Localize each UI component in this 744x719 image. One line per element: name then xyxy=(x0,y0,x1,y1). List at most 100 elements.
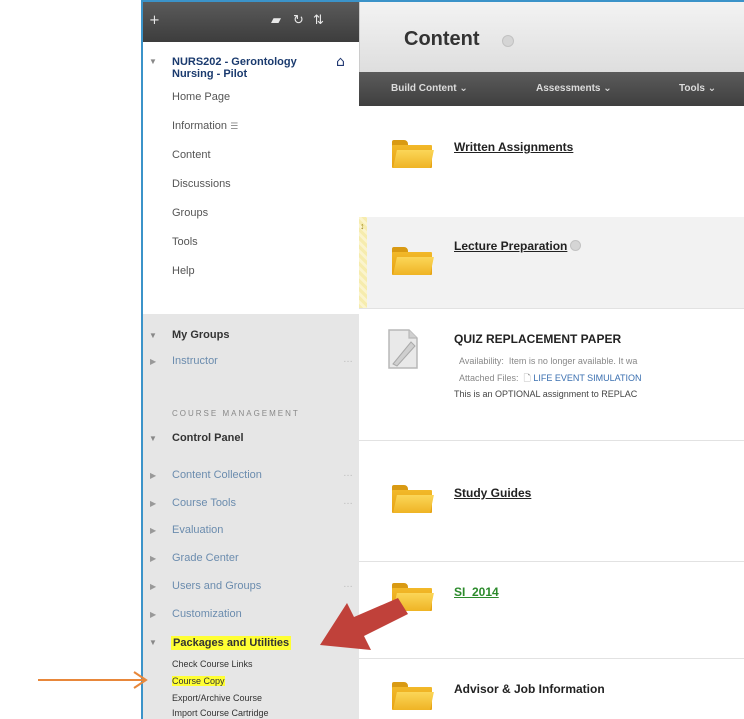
cp-item-users-and-groups[interactable]: Users and Groups xyxy=(172,580,261,592)
content-item: Written Assignments xyxy=(359,106,744,218)
assignment-document-icon xyxy=(388,329,418,369)
action-bar: Build Content ⌄ Assessments ⌄ Tools ⌄ xyxy=(359,72,744,106)
menu-label: Build Content xyxy=(391,83,457,94)
cp-item-customization[interactable]: Customization xyxy=(172,608,242,620)
file-icon: 🗋 xyxy=(523,373,531,383)
nav-item-label: Discussions xyxy=(172,178,231,190)
course-header: ▼ NURS202 - Gerontology Nursing - Pilot … xyxy=(143,42,359,303)
item-title-advisor-job-information[interactable]: Advisor & Job Information xyxy=(454,682,605,696)
assessments-menu[interactable]: Assessments ⌄ xyxy=(536,83,612,94)
pkg-item-course-copy[interactable]: Course Copy xyxy=(172,676,225,686)
expand-caret-icon[interactable]: ▶ xyxy=(150,471,156,480)
more-options-icon[interactable]: … xyxy=(343,354,353,365)
control-panel-heading[interactable]: Control Panel xyxy=(172,432,244,444)
course-menu-toolbar: + ▰ ↻ ⇅ xyxy=(143,2,359,42)
collapse-caret-icon[interactable]: ▼ xyxy=(149,638,157,647)
pkg-item-export-archive-course[interactable]: Export/Archive Course xyxy=(172,693,262,703)
nav-item-home-page[interactable]: Home Page xyxy=(143,90,359,119)
nav-item-label: Help xyxy=(172,265,195,277)
expand-caret-icon[interactable]: ▶ xyxy=(150,357,156,366)
nav-item-help[interactable]: Help xyxy=(143,264,359,293)
nav-item-label: Home Page xyxy=(172,91,231,103)
content-item: SI_2014 xyxy=(359,561,744,659)
expand-caret-icon[interactable]: ▶ xyxy=(150,526,156,535)
item-title-lecture-preparation[interactable]: Lecture Preparation xyxy=(454,239,582,253)
drag-arrows-icon: ↕ xyxy=(360,221,365,231)
folder-icon xyxy=(392,140,434,168)
course-nav-list: Home Page Information ☰ Content Discussi… xyxy=(143,90,359,293)
cp-item-content-collection[interactable]: Content Collection xyxy=(172,469,262,481)
attached-file-link[interactable]: LIFE EVENT SIMULATION xyxy=(533,373,641,383)
folder-view-icon[interactable]: ▰ xyxy=(271,13,281,28)
nav-item-label: Groups xyxy=(172,207,209,219)
item-title-quiz-replacement-paper[interactable]: QUIZ REPLACEMENT PAPER xyxy=(454,332,621,346)
menu-label: Tools xyxy=(679,83,705,94)
menu-label: Assessments xyxy=(536,83,601,94)
nav-item-groups[interactable]: Groups xyxy=(143,206,359,235)
more-options-icon[interactable]: … xyxy=(343,496,353,507)
add-menu-item-icon[interactable]: + xyxy=(149,13,160,28)
cp-item-course-tools[interactable]: Course Tools xyxy=(172,497,236,509)
course-management-label: COURSE MANAGEMENT xyxy=(172,409,300,418)
content-item: ↕ Lecture Preparation xyxy=(359,217,744,309)
collapse-caret-icon[interactable]: ▼ xyxy=(149,57,157,66)
folder-icon xyxy=(392,485,434,513)
orange-arrow-annotation xyxy=(38,671,148,689)
page-header: Content xyxy=(359,2,744,72)
nav-item-label: Tools xyxy=(172,236,198,248)
chevron-down-icon: ⌄ xyxy=(603,83,612,94)
course-menu: + ▰ ↻ ⇅ ▼ NURS202 - Gerontology Nursing … xyxy=(143,2,359,719)
chevron-down-icon: ⌄ xyxy=(707,83,717,94)
home-icon[interactable]: ⌂ xyxy=(336,54,345,70)
expand-caret-icon[interactable]: ▶ xyxy=(150,554,156,563)
expand-caret-icon[interactable]: ▶ xyxy=(150,582,156,591)
nav-item-label: Information xyxy=(172,120,228,132)
chevron-down-icon: ⌄ xyxy=(459,83,468,94)
item-title-si-2014[interactable]: SI_2014 xyxy=(454,585,499,599)
item-title-study-guides[interactable]: Study Guides xyxy=(454,486,531,500)
cp-item-grade-center[interactable]: Grade Center xyxy=(172,552,239,564)
build-content-menu[interactable]: Build Content ⌄ xyxy=(391,83,468,94)
course-copy-label: Course Copy xyxy=(172,676,225,686)
nav-item-content[interactable]: Content xyxy=(143,148,359,177)
nav-item-discussions[interactable]: Discussions xyxy=(143,177,359,206)
reorder-icon[interactable]: ⇅ xyxy=(313,13,324,28)
lms-window: + ▰ ↻ ⇅ ▼ NURS202 - Gerontology Nursing … xyxy=(141,0,744,719)
item-title-text: Lecture Preparation xyxy=(454,239,568,253)
group-item-instructor[interactable]: Instructor xyxy=(172,355,218,367)
options-icon[interactable] xyxy=(570,240,582,251)
list-icon: ☰ xyxy=(230,121,239,131)
pkg-item-import-course-cartridge[interactable]: Import Course Cartridge xyxy=(172,708,269,718)
page-title: Content xyxy=(404,28,480,50)
item-description: This is an OPTIONAL assignment to REPLAC xyxy=(454,389,638,399)
packages-utilities-heading[interactable]: Packages and Utilities xyxy=(171,636,292,650)
course-title[interactable]: NURS202 - Gerontology Nursing - Pilot xyxy=(172,56,322,80)
tools-menu[interactable]: Tools ⌄ xyxy=(679,83,716,94)
content-item: Advisor & Job Information xyxy=(359,658,744,719)
pkg-item-check-course-links[interactable]: Check Course Links xyxy=(172,659,253,669)
collapse-caret-icon[interactable]: ▼ xyxy=(149,434,157,443)
content-area: Content Build Content ⌄ Assessments ⌄ To… xyxy=(359,2,744,719)
my-groups-heading[interactable]: My Groups xyxy=(172,329,229,341)
options-icon[interactable] xyxy=(502,35,514,47)
folder-icon xyxy=(392,247,434,275)
cp-item-evaluation[interactable]: Evaluation xyxy=(172,524,223,536)
collapse-caret-icon[interactable]: ▼ xyxy=(149,331,157,340)
item-title-written-assignments[interactable]: Written Assignments xyxy=(454,140,573,154)
more-options-icon[interactable]: … xyxy=(343,607,353,618)
refresh-icon[interactable]: ↻ xyxy=(293,13,304,28)
availability-text: Item is no longer available. It wa xyxy=(508,356,638,366)
nav-item-label: Content xyxy=(172,149,211,161)
attached-files-label: Attached Files: xyxy=(459,373,519,383)
attached-files-row: Attached Files: 🗋 LIFE EVENT SIMULATION xyxy=(459,371,642,387)
content-item: QUIZ REPLACEMENT PAPER Availability: Ite… xyxy=(359,308,744,441)
more-options-icon[interactable]: … xyxy=(343,579,353,590)
folder-icon xyxy=(392,583,434,611)
availability-label: Availability: xyxy=(459,356,504,366)
expand-caret-icon[interactable]: ▶ xyxy=(150,610,156,619)
expand-caret-icon[interactable]: ▶ xyxy=(150,499,156,508)
nav-item-information[interactable]: Information ☰ xyxy=(143,119,359,148)
nav-item-tools[interactable]: Tools xyxy=(143,235,359,264)
availability-row: Availability: Item is no longer availabl… xyxy=(459,356,637,366)
more-options-icon[interactable]: … xyxy=(343,468,353,479)
